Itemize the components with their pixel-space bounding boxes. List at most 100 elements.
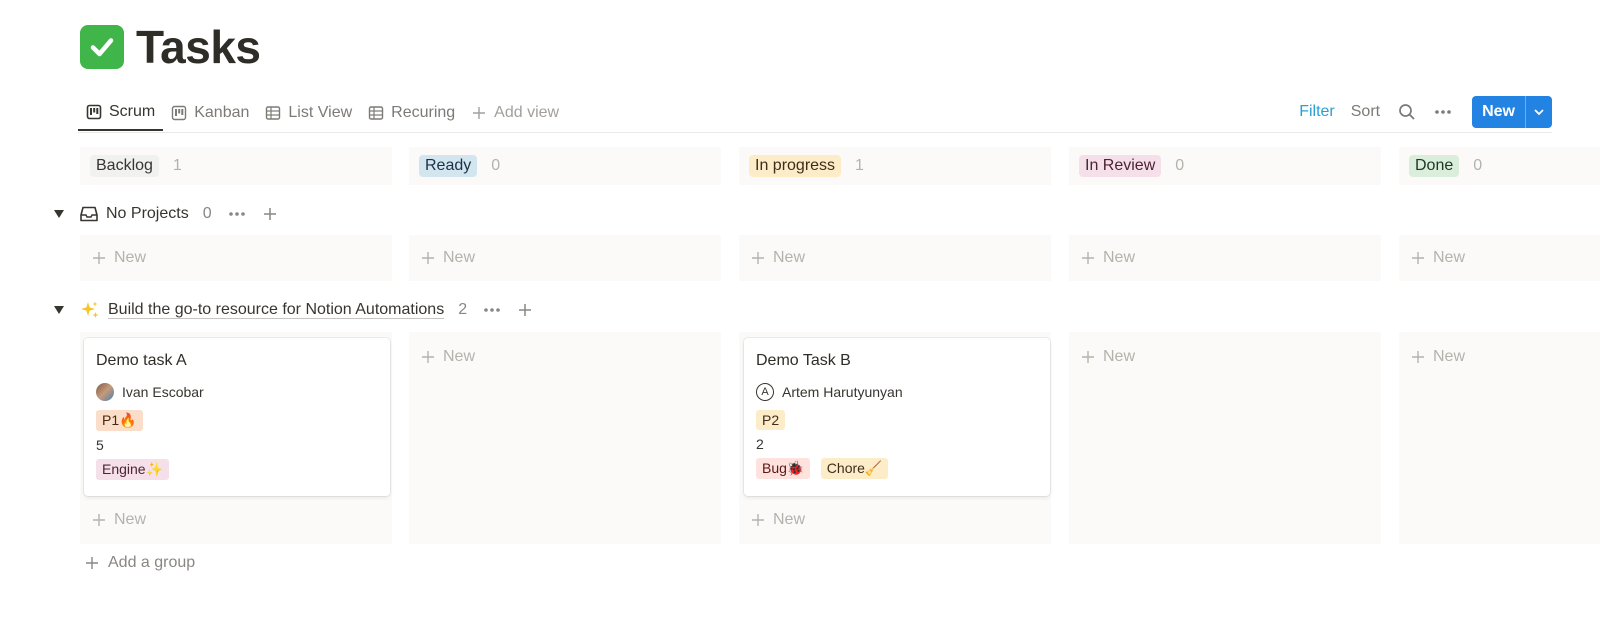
column-count: 1 — [855, 157, 864, 174]
plus-icon — [86, 557, 98, 569]
chevron-down-icon[interactable] — [1525, 96, 1552, 128]
view-tabs: Scrum Kanban List View Recuring Add view — [78, 94, 567, 132]
table-icon — [368, 105, 384, 120]
plus-icon — [422, 252, 434, 264]
priority-tag: P2 — [756, 410, 786, 430]
group-title[interactable]: No Projects — [106, 205, 189, 223]
new-button-group: New — [1472, 96, 1552, 128]
status-pill: In Review — [1079, 155, 1162, 177]
new-card-label: New — [1103, 249, 1136, 266]
group-title[interactable]: Build the go-to resource for Notion Auto… — [108, 301, 444, 319]
search-icon[interactable] — [1398, 103, 1416, 121]
tab-list-view[interactable]: List View — [257, 94, 360, 131]
new-card-label: New — [114, 511, 147, 528]
tab-scrum[interactable]: Scrum — [78, 94, 164, 131]
avatar: A — [756, 383, 774, 401]
new-card-button[interactable]: New — [409, 235, 721, 281]
tab-label: Kanban — [194, 103, 250, 121]
column-header-in-review[interactable]: In Review 0 — [1069, 147, 1381, 185]
sparkles-icon — [80, 300, 100, 320]
story-points: 5 — [96, 437, 104, 453]
plus-icon — [1082, 252, 1094, 264]
assignee-name: Ivan Escobar — [122, 384, 204, 400]
group-header-no-projects: No Projects 0 — [54, 201, 278, 227]
column-header-in-progress[interactable]: In progress 1 — [739, 147, 1051, 185]
new-card-label: New — [443, 249, 476, 266]
card-title: Demo Task B — [756, 352, 851, 369]
new-card-button[interactable]: New — [1399, 235, 1600, 281]
more-options-icon[interactable] — [1434, 109, 1452, 115]
assignee-name: Artem Harutyunyan — [782, 384, 903, 400]
more-options-icon[interactable] — [228, 211, 246, 217]
new-card-label: New — [1103, 348, 1136, 365]
priority-tag: P1🔥 — [96, 410, 143, 431]
new-card-button[interactable]: New — [1069, 235, 1381, 281]
column-header-ready[interactable]: Ready 0 — [409, 147, 721, 185]
tab-label: List View — [288, 103, 353, 121]
plus-icon — [473, 106, 486, 119]
add-view-button[interactable]: Add view — [463, 94, 567, 131]
group-count: 2 — [458, 301, 468, 318]
new-card-button[interactable]: New — [80, 505, 392, 535]
task-card-demo-b[interactable]: Demo Task B A Artem Harutyunyan P2 2 Bug… — [744, 338, 1050, 496]
column-count: 1 — [172, 157, 182, 174]
assignee: Ivan Escobar — [96, 383, 378, 401]
new-card-label: New — [773, 511, 806, 528]
new-card-button[interactable]: New — [409, 342, 721, 372]
new-card-button[interactable]: New — [1069, 342, 1381, 372]
task-card-demo-a[interactable]: Demo task A Ivan Escobar P1🔥 5 Engine✨ — [84, 338, 390, 496]
card-title: Demo task A — [96, 352, 187, 369]
board-icon — [172, 105, 187, 120]
group-count: 0 — [202, 205, 212, 222]
table-icon — [266, 105, 281, 120]
board-icon — [86, 104, 102, 119]
column-header-done[interactable]: Done 0 — [1399, 147, 1600, 185]
column-count: 0 — [491, 157, 501, 174]
category-tag: Chore🧹 — [820, 458, 889, 479]
column-count: 0 — [1473, 157, 1483, 174]
group-header-build-resource: Build the go-to resource for Notion Auto… — [54, 297, 533, 323]
new-card-label: New — [773, 249, 806, 266]
view-tabbar: Scrum Kanban List View Recuring Add view… — [78, 94, 1552, 133]
page-title: Tasks — [80, 20, 261, 74]
plus-icon — [1412, 351, 1424, 363]
add-view-label: Add view — [494, 103, 560, 121]
column-header-backlog[interactable]: Backlog 1 — [80, 147, 392, 185]
add-group-label: Add a group — [108, 554, 196, 571]
tab-recuring[interactable]: Recuring — [360, 94, 463, 131]
category-tag: Bug🐞 — [756, 458, 811, 479]
plus-icon — [93, 514, 105, 526]
new-card-button[interactable]: New — [739, 235, 1051, 281]
more-options-icon[interactable] — [483, 307, 501, 313]
plus-icon[interactable] — [517, 302, 533, 318]
plus-icon — [1412, 252, 1424, 264]
status-pill: Done — [1409, 155, 1460, 177]
avatar — [96, 383, 114, 401]
plus-icon — [422, 351, 434, 363]
new-card-button[interactable]: New — [80, 235, 392, 281]
new-card-label: New — [443, 348, 476, 365]
collapse-toggle-icon[interactable] — [54, 210, 64, 218]
assignee: A Artem Harutyunyan — [756, 383, 1038, 401]
page-title-text: Tasks — [136, 21, 261, 73]
new-card-label: New — [1433, 249, 1466, 266]
collapse-toggle-icon[interactable] — [54, 306, 64, 314]
plus-icon[interactable] — [262, 206, 278, 222]
tab-label: Scrum — [109, 102, 156, 120]
status-pill: Backlog — [90, 155, 159, 177]
new-card-button[interactable]: New — [1399, 342, 1600, 372]
sort-button[interactable]: Sort — [1351, 103, 1380, 121]
tab-kanban[interactable]: Kanban — [163, 94, 257, 131]
add-group-button[interactable]: Add a group — [84, 554, 195, 572]
status-pill: In progress — [749, 155, 842, 177]
story-points: 2 — [756, 436, 764, 452]
status-pill: Ready — [419, 155, 478, 177]
new-card-button[interactable]: New — [739, 505, 1051, 535]
view-toolbar: Filter Sort New — [1283, 94, 1552, 130]
filter-button[interactable]: Filter — [1299, 103, 1335, 121]
check-mark-button-icon — [80, 25, 124, 69]
tab-label: Recuring — [391, 103, 456, 121]
plus-icon — [752, 252, 764, 264]
new-card-label: New — [114, 249, 147, 266]
new-button[interactable]: New — [1472, 96, 1525, 128]
